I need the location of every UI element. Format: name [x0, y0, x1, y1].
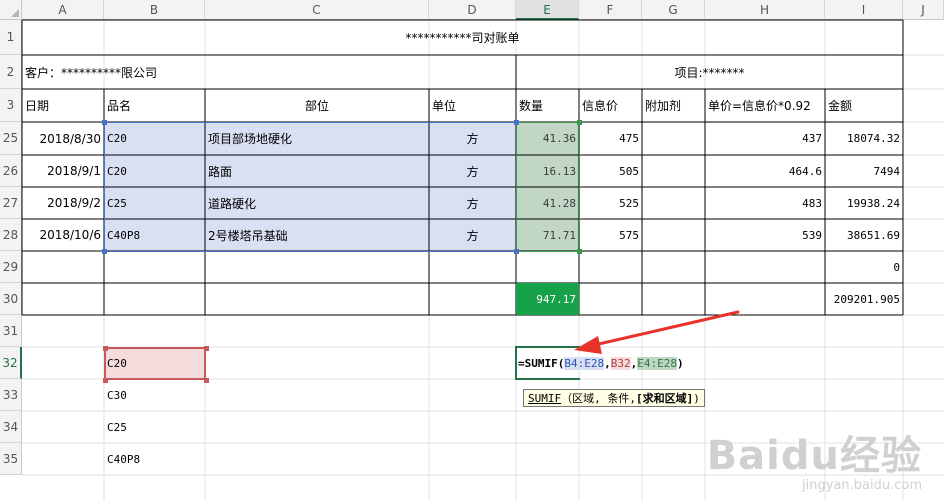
- arrow-shaft: [588, 310, 740, 348]
- annotation-arrow: [574, 310, 740, 354]
- arrow-head: [574, 336, 602, 354]
